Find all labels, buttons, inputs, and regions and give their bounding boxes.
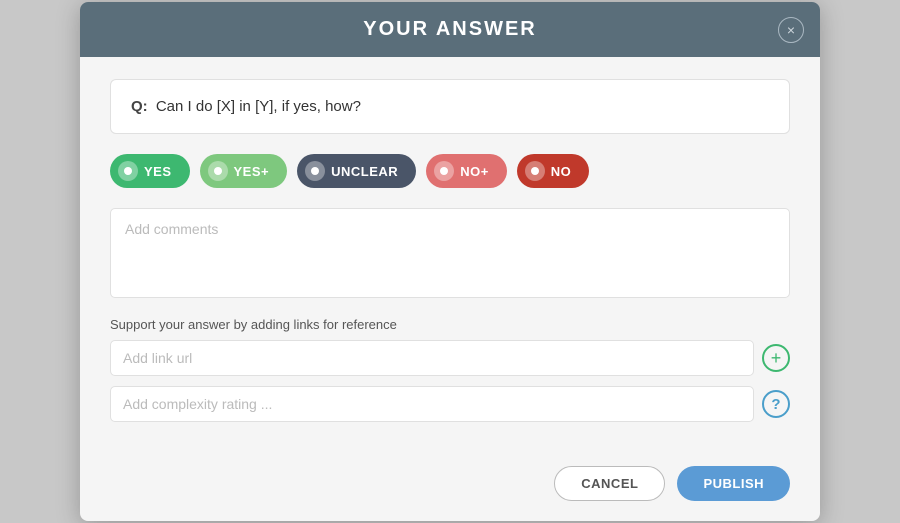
radio-dot-yes [118,161,138,181]
question-box: Q: Can I do [X] in [Y], if yes, how? [110,79,790,134]
modal-body: Q: Can I do [X] in [Y], if yes, how? YES… [80,57,820,452]
radio-dot-unclear [305,161,325,181]
answer-no-label: NO [551,164,572,179]
question-label: Q: [131,98,148,115]
answer-no-plus-button[interactable]: NO+ [426,154,507,188]
complexity-row: ? [110,386,790,422]
answer-unclear-button[interactable]: UNCLEAR [297,154,416,188]
modal-header: YOUR ANSWER × [80,2,820,57]
radio-dot-yes-plus [208,161,228,181]
link-row: + [110,340,790,376]
close-button[interactable]: × [778,17,804,43]
radio-dot-no-plus [434,161,454,181]
answer-unclear-label: UNCLEAR [331,164,398,179]
modal-title: YOUR ANSWER [363,18,536,41]
link-url-input[interactable] [110,340,754,376]
support-label: Support your answer by adding links for … [110,317,790,332]
answer-no-plus-label: NO+ [460,164,489,179]
answer-yes-button[interactable]: YES [110,154,190,188]
radio-dot-no [525,161,545,181]
question-text: Can I do [X] in [Y], if yes, how? [156,98,361,115]
comments-textarea[interactable] [110,208,790,298]
complexity-input[interactable] [110,386,754,422]
cancel-button[interactable]: CANCEL [554,466,665,501]
answer-no-button[interactable]: NO [517,154,590,188]
answer-yes-plus-label: YES+ [234,164,270,179]
help-button[interactable]: ? [762,390,790,418]
modal-footer: CANCEL PUBLISH [80,452,820,521]
answer-options: YES YES+ UNCLEAR NO+ NO [110,154,790,188]
answer-yes-plus-button[interactable]: YES+ [200,154,288,188]
answer-yes-label: YES [144,164,172,179]
add-link-button[interactable]: + [762,344,790,372]
publish-button[interactable]: PUBLISH [677,466,790,501]
answer-modal: YOUR ANSWER × Q: Can I do [X] in [Y], if… [80,2,820,521]
